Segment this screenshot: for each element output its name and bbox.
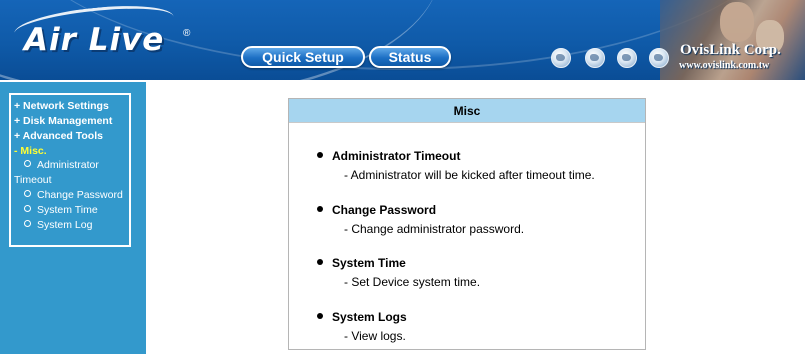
globe-icon	[649, 48, 669, 68]
sidebar-menu: + Network Settings + Disk Management + A…	[9, 93, 131, 247]
bullet-icon	[317, 206, 323, 212]
bullet-icon	[317, 313, 323, 319]
entry-desc: - Set Device system time.	[344, 275, 481, 289]
quick-setup-button[interactable]: Quick Setup	[241, 46, 365, 68]
bullet-icon	[317, 259, 323, 265]
entry-administrator-timeout: Administrator Timeout - Administrator wi…	[317, 149, 595, 182]
photo-person	[720, 2, 754, 42]
company-name: OvisLink Corp.	[680, 42, 781, 58]
entry-system-logs: System Logs - View logs.	[317, 310, 407, 343]
status-button[interactable]: Status	[369, 46, 451, 68]
globe-icon	[617, 48, 637, 68]
circle-bullet-icon	[24, 160, 31, 167]
globe-icon	[551, 48, 571, 68]
circle-bullet-icon	[24, 220, 31, 227]
entry-change-password: Change Password - Change administrator p…	[317, 203, 524, 236]
sidebar-subitem-change-password[interactable]: Change Password	[24, 189, 123, 201]
sidebar-subitem-system-log[interactable]: System Log	[24, 219, 92, 231]
sidebar-item-misc[interactable]: - Misc.	[14, 145, 47, 157]
entry-desc: - Change administrator password.	[344, 222, 525, 236]
entry-title-administrator-timeout[interactable]: Administrator Timeout	[332, 149, 460, 163]
entry-desc: - Administrator will be kicked after tim…	[344, 168, 595, 182]
sidebar-item-disk-management[interactable]: + Disk Management	[14, 115, 112, 127]
bullet-icon	[317, 152, 323, 158]
circle-bullet-icon	[24, 205, 31, 212]
registered-mark: ®	[183, 28, 191, 39]
sidebar-subitem-administrator-timeout-line2[interactable]: Timeout	[14, 174, 52, 186]
panel-title: Misc	[289, 99, 645, 123]
globe-icon	[585, 48, 605, 68]
entry-title-system-logs[interactable]: System Logs	[332, 310, 407, 324]
entry-title-change-password[interactable]: Change Password	[332, 203, 436, 217]
sidebar-subitem-administrator-timeout[interactable]: Administrator	[24, 159, 99, 171]
misc-panel: Misc Administrator Timeout - Administrat…	[288, 98, 646, 350]
airlive-logo[interactable]: Air Live	[24, 22, 164, 58]
circle-bullet-icon	[24, 190, 31, 197]
entry-system-time: System Time - Set Device system time.	[317, 256, 480, 289]
sidebar-subitem-system-time[interactable]: System Time	[24, 204, 98, 216]
entry-title-system-time[interactable]: System Time	[332, 256, 406, 270]
sidebar: + Network Settings + Disk Management + A…	[0, 82, 146, 354]
company-url[interactable]: www.ovislink.com.tw	[679, 60, 769, 71]
sidebar-item-network-settings[interactable]: + Network Settings	[14, 100, 109, 112]
entry-desc: - View logs.	[344, 329, 406, 343]
header-banner: Air Live ® Quick Setup Status OvisLink C…	[0, 0, 805, 80]
sidebar-item-advanced-tools[interactable]: + Advanced Tools	[14, 130, 103, 142]
